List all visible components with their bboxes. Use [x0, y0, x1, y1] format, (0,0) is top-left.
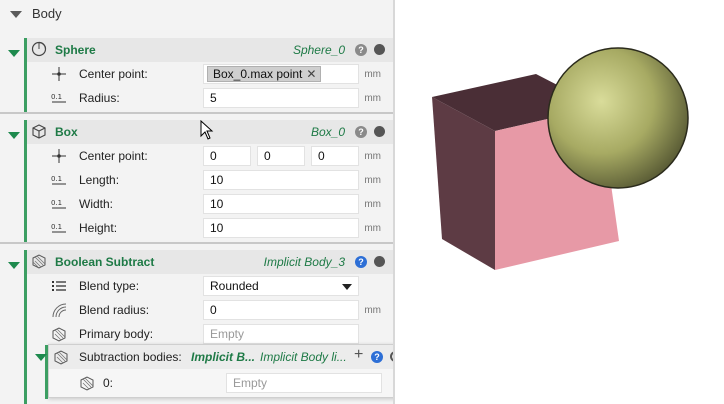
center-point-icon [52, 67, 66, 81]
radius-input[interactable]: 5 [203, 88, 359, 108]
blend-type-value: Rounded [210, 279, 259, 293]
dimension-icon: 0.1 [51, 175, 66, 185]
box-center-point-row: Center point: 0 0 0 mm [27, 144, 393, 168]
radius-label: Radius: [79, 91, 120, 105]
center-y-input[interactable]: 0 [257, 146, 305, 166]
sphere-node-alias[interactable]: Sphere_0 [293, 43, 345, 57]
box-node-alias[interactable]: Box_0 [311, 125, 345, 139]
collapse-triangle-icon[interactable] [8, 262, 20, 269]
scene-canvas [432, 47, 689, 270]
3d-viewport[interactable] [395, 0, 724, 404]
reference-chip-label: Box_0.max point [213, 67, 303, 81]
blend-radius-input[interactable]: 0 [203, 300, 359, 320]
subtraction-bodies-alias[interactable]: Implicit Body li... [260, 350, 352, 364]
divider [0, 112, 393, 114]
help-icon[interactable]: ? [355, 126, 367, 138]
subtraction-item-field[interactable]: Empty [226, 373, 382, 393]
sphere-object[interactable] [547, 47, 689, 189]
body-section-title: Body [32, 6, 62, 21]
subtraction-bodies-label: Subtraction bodies: [79, 350, 182, 364]
implicit-body-icon [52, 327, 66, 342]
implicit-body-icon [32, 254, 46, 269]
remove-reference-icon[interactable]: ✕ [306, 67, 316, 81]
svg-text:0.1: 0.1 [51, 199, 62, 207]
list-icon [52, 281, 66, 291]
width-label: Width: [79, 197, 114, 211]
implicit-body-icon [80, 376, 94, 391]
center-point-field[interactable]: Box_0.max point ✕ [203, 64, 359, 84]
width-input[interactable]: 10 [203, 194, 359, 214]
unit-label: mm [364, 199, 381, 210]
svg-text:0.1: 0.1 [51, 223, 62, 231]
box-length-row: 0.1 Length: 10 mm [27, 168, 393, 192]
boolean-node-alias[interactable]: Implicit Body_3 [264, 255, 345, 269]
svg-text:0.1: 0.1 [51, 175, 62, 183]
mouse-cursor-icon [200, 120, 214, 140]
boolean-node-header[interactable]: Boolean Subtract Implicit Body_3 ? [27, 250, 393, 274]
sphere-node-header[interactable]: Sphere Sphere_0 ? [27, 38, 393, 62]
unit-label: mm [364, 223, 381, 234]
help-icon[interactable]: ? [355, 256, 367, 268]
collapse-triangle-icon[interactable] [10, 11, 22, 18]
center-point-icon [52, 149, 66, 163]
body-section-header[interactable]: Body [0, 0, 393, 28]
unit-label: mm [364, 151, 381, 162]
box-node-title: Box [55, 125, 78, 139]
subtraction-bodies-panel: Subtraction bodies: Implicit B... Implic… [35, 344, 393, 399]
boolean-node-title: Boolean Subtract [55, 255, 155, 269]
subtraction-bodies-value[interactable]: Implicit B... [191, 350, 255, 364]
blend-type-row: Blend type: Rounded [27, 274, 393, 298]
implicit-body-icon [54, 350, 68, 365]
blend-radius-row: Blend radius: 0 mm [27, 298, 393, 322]
dimension-icon: 0.1 [51, 199, 66, 209]
chevron-down-icon [342, 284, 352, 290]
box-icon [32, 124, 46, 139]
primary-body-label: Primary body: [79, 327, 154, 341]
subtraction-item-label: 0: [103, 376, 114, 390]
sphere-node-title: Sphere [55, 43, 96, 57]
collapse-triangle-icon[interactable] [8, 132, 20, 139]
blend-type-label: Blend type: [79, 279, 140, 293]
sphere-center-point-row: Center point: Box_0.max point ✕ mm [27, 62, 393, 86]
sphere-radius-row: 0.1 Radius: 5 mm [27, 86, 393, 110]
collapse-triangle-icon[interactable] [35, 354, 47, 361]
dimension-icon: 0.1 [51, 223, 66, 233]
height-input[interactable]: 10 [203, 218, 359, 238]
sphere-icon [31, 41, 47, 57]
svg-text:0.1: 0.1 [51, 93, 62, 101]
unit-label: mm [364, 69, 381, 80]
length-input[interactable]: 10 [203, 170, 359, 190]
properties-panel: Body Sphere Sphere_0 ? Center point: Box… [0, 0, 393, 404]
primary-body-field[interactable]: Empty [203, 324, 359, 344]
sphere-node: Sphere Sphere_0 ? Center point: Box_0.ma… [0, 38, 393, 112]
add-icon[interactable]: + [354, 346, 363, 364]
reference-chip[interactable]: Box_0.max point ✕ [207, 66, 322, 82]
help-icon[interactable]: ? [355, 44, 367, 56]
blend-radius-icon [52, 303, 67, 318]
visibility-dot-icon[interactable] [374, 256, 385, 267]
unit-label: mm [364, 305, 381, 316]
subtraction-bodies-header[interactable]: Subtraction bodies: Implicit B... Implic… [49, 345, 393, 369]
divider [0, 242, 393, 244]
box-width-row: 0.1 Width: 10 mm [27, 192, 393, 216]
length-label: Length: [79, 173, 120, 187]
blend-type-select[interactable]: Rounded [203, 276, 359, 296]
blend-radius-label: Blend radius: [79, 303, 150, 317]
collapse-triangle-icon[interactable] [8, 50, 20, 57]
height-label: Height: [79, 221, 118, 235]
help-icon[interactable]: ? [371, 351, 383, 363]
visibility-dot-icon[interactable] [374, 126, 385, 137]
subtraction-item-row: 0: Empty [49, 371, 393, 395]
primary-body-row: Primary body: Empty [27, 322, 393, 346]
dimension-icon: 0.1 [51, 93, 66, 103]
box-height-row: 0.1 Height: 10 mm [27, 216, 393, 240]
visibility-dot-icon[interactable] [374, 44, 385, 55]
center-point-label: Center point: [79, 67, 148, 81]
box-node: Box Box_0 ? Center point: 0 0 0 mm 0.1 L… [0, 120, 393, 242]
center-point-label: Center point: [79, 149, 148, 163]
center-z-input[interactable]: 0 [311, 146, 359, 166]
unit-label: mm [364, 93, 381, 104]
center-x-input[interactable]: 0 [203, 146, 251, 166]
unit-label: mm [364, 175, 381, 186]
